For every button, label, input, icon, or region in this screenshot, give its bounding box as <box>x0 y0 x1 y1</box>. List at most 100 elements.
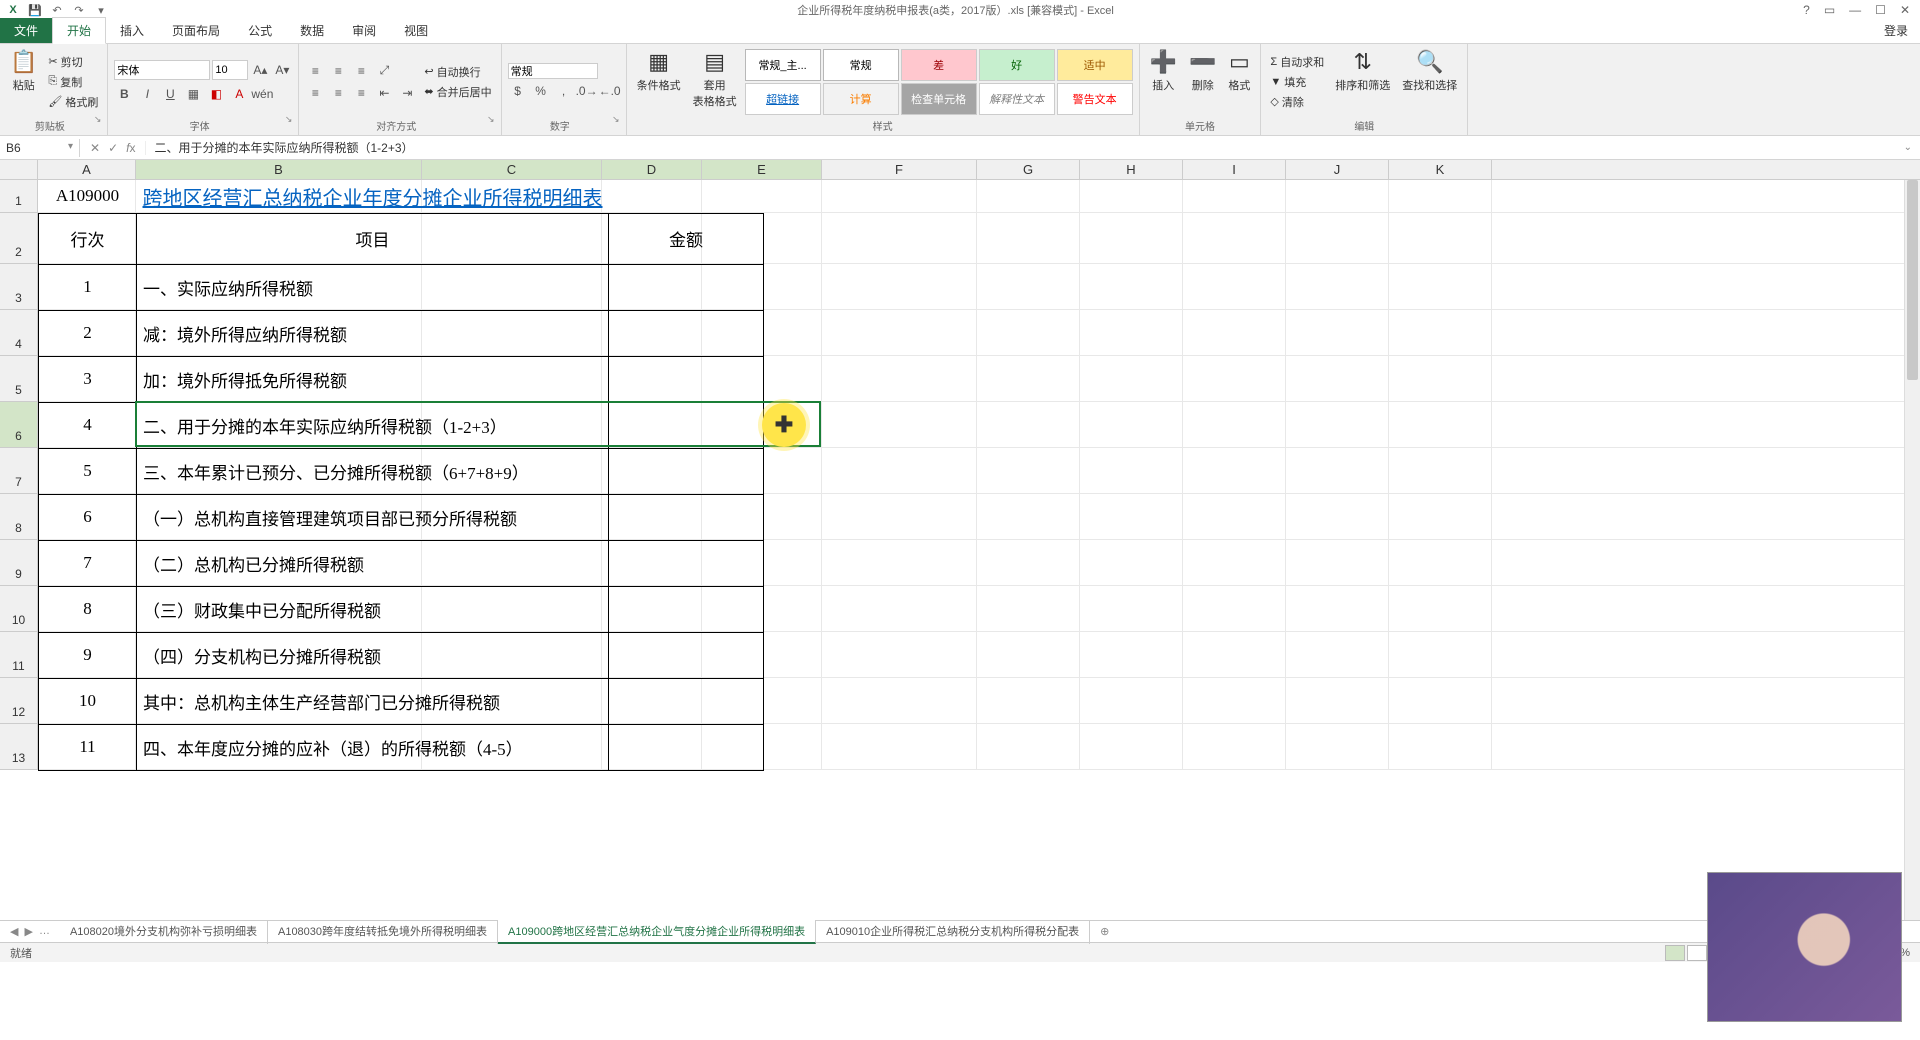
tab-layout[interactable]: 页面布局 <box>158 18 234 43</box>
row-header-6[interactable]: 6 <box>0 402 37 448</box>
wrap-text-button[interactable]: ↩自动换行 <box>421 63 494 81</box>
comma-icon[interactable]: , <box>554 81 574 101</box>
style-警告文本[interactable]: 警告文本 <box>1057 83 1133 115</box>
qat-dropdown-icon[interactable]: ▾ <box>94 3 108 17</box>
col-header-G[interactable]: G <box>977 160 1080 179</box>
clear-button[interactable]: ◇清除 <box>1267 93 1327 111</box>
scrollbar-thumb[interactable] <box>1907 180 1918 380</box>
italic-icon[interactable]: I <box>137 84 157 104</box>
phonetic-icon[interactable]: wén <box>252 84 272 104</box>
vertical-scrollbar[interactable] <box>1904 180 1920 920</box>
format-as-table-button[interactable]: ▤套用 表格格式 <box>689 47 741 116</box>
style-适中[interactable]: 适中 <box>1057 49 1133 81</box>
row-amount[interactable] <box>609 724 764 770</box>
decrease-decimal-icon[interactable]: ←.0 <box>600 81 620 101</box>
indent-dec-icon[interactable]: ⇤ <box>374 83 394 103</box>
border-icon[interactable]: ▦ <box>183 84 203 104</box>
cells-area[interactable]: A109000跨地区经营汇总纳税企业年度分摊企业所得税明细表行次项目金额1一、实… <box>38 180 1920 770</box>
cut-button[interactable]: ✂剪切 <box>45 53 101 71</box>
row-amount[interactable] <box>609 586 764 632</box>
row-header-8[interactable]: 8 <box>0 494 37 540</box>
underline-icon[interactable]: U <box>160 84 180 104</box>
redo-icon[interactable]: ↷ <box>72 3 86 17</box>
col-header-D[interactable]: D <box>602 160 702 179</box>
row-header-11[interactable]: 11 <box>0 632 37 678</box>
style-差[interactable]: 差 <box>901 49 977 81</box>
row-item[interactable]: 减：境外所得应纳所得税额 <box>137 310 609 356</box>
row-header-3[interactable]: 3 <box>0 264 37 310</box>
style-常规_主...[interactable]: 常规_主... <box>745 49 821 81</box>
row-item[interactable]: （一）总机构直接管理建筑项目部已预分所得税额 <box>137 494 609 540</box>
delete-cells-button[interactable]: ➖删除 <box>1185 47 1220 116</box>
col-header-A[interactable]: A <box>38 160 136 179</box>
sheet-nav-prev-icon[interactable]: ◀ <box>10 925 18 938</box>
ribbon-options-icon[interactable]: ▭ <box>1824 3 1835 17</box>
row-header-4[interactable]: 4 <box>0 310 37 356</box>
align-right-icon[interactable]: ≡ <box>351 83 371 103</box>
new-sheet-button[interactable]: ⊕ <box>1090 925 1119 938</box>
row-item[interactable]: （三）财政集中已分配所得税额 <box>137 586 609 632</box>
decrease-font-icon[interactable]: A▾ <box>272 60 292 80</box>
indent-inc-icon[interactable]: ⇥ <box>397 83 417 103</box>
clipboard-launcher-icon[interactable]: ↘ <box>94 114 102 124</box>
col-header-I[interactable]: I <box>1183 160 1286 179</box>
row-header-9[interactable]: 9 <box>0 540 37 586</box>
sheet-tab[interactable]: A109010企业所得税汇总纳税分支机构所得税分配表 <box>816 920 1090 944</box>
style-好[interactable]: 好 <box>979 49 1055 81</box>
font-color-icon[interactable]: A <box>229 84 249 104</box>
increase-decimal-icon[interactable]: .0→ <box>577 81 597 101</box>
format-painter-button[interactable]: 🖌格式刷 <box>45 93 101 111</box>
login-button[interactable]: 登录 <box>1872 18 1920 43</box>
tab-view[interactable]: 视图 <box>390 18 442 43</box>
merge-center-button[interactable]: ⬌合并后居中 <box>421 83 494 101</box>
sort-filter-button[interactable]: ⇅排序和筛选 <box>1331 47 1394 116</box>
row-item[interactable]: （二）总机构已分摊所得税额 <box>137 540 609 586</box>
tab-file[interactable]: 文件 <box>0 18 52 43</box>
row-amount[interactable] <box>609 494 764 540</box>
currency-icon[interactable]: $ <box>508 81 528 101</box>
col-header-C[interactable]: C <box>422 160 602 179</box>
align-middle-icon[interactable]: ≡ <box>328 61 348 81</box>
row-header-7[interactable]: 7 <box>0 448 37 494</box>
row-amount[interactable] <box>609 448 764 494</box>
orientation-icon[interactable]: ⤢ <box>374 61 394 81</box>
paste-button[interactable]: 📋 粘贴 <box>6 47 41 116</box>
minimize-icon[interactable]: — <box>1849 3 1861 17</box>
cancel-formula-icon[interactable]: ✕ <box>90 141 100 155</box>
percent-icon[interactable]: % <box>531 81 551 101</box>
row-item[interactable]: 二、用于分摊的本年实际应纳所得税额（1-2+3） <box>137 402 609 448</box>
align-left-icon[interactable]: ≡ <box>305 83 325 103</box>
sheet-tab[interactable]: A108020境外分支机构弥补亏损明细表 <box>60 920 268 944</box>
row-item[interactable]: 三、本年累计已预分、已分摊所得税额（6+7+8+9） <box>137 448 609 494</box>
fill-color-icon[interactable]: ◧ <box>206 84 226 104</box>
close-icon[interactable]: ✕ <box>1900 3 1910 17</box>
fx-icon[interactable]: fx <box>126 141 135 155</box>
conditional-format-button[interactable]: ▦条件格式 <box>633 47 685 116</box>
form-title[interactable]: 跨地区经营汇总纳税企业年度分摊企业所得税明细表 <box>137 180 609 213</box>
expand-formula-icon[interactable]: ⌄ <box>1896 142 1920 153</box>
col-header-B[interactable]: B <box>136 160 422 179</box>
tab-formulas[interactable]: 公式 <box>234 18 286 43</box>
row-item[interactable]: 一、实际应纳所得税额 <box>137 264 609 310</box>
col-header-K[interactable]: K <box>1389 160 1492 179</box>
row-header-10[interactable]: 10 <box>0 586 37 632</box>
formula-input[interactable]: 二、用于分摊的本年实际应纳所得税额（1-2+3） <box>146 137 1895 158</box>
col-header-J[interactable]: J <box>1286 160 1389 179</box>
name-box[interactable]: B6▾ <box>0 139 80 157</box>
row-amount[interactable] <box>609 632 764 678</box>
number-format-select[interactable] <box>508 63 598 79</box>
align-center-icon[interactable]: ≡ <box>328 83 348 103</box>
row-item[interactable]: 其中：总机构主体生产经营部门已分摊所得税额 <box>137 678 609 724</box>
row-header-12[interactable]: 12 <box>0 678 37 724</box>
row-item[interactable]: （四）分支机构已分摊所得税额 <box>137 632 609 678</box>
align-launcher-icon[interactable]: ↘ <box>487 114 495 124</box>
page-layout-view-button[interactable] <box>1687 945 1707 961</box>
enter-formula-icon[interactable]: ✓ <box>108 141 118 155</box>
name-box-dropdown-icon[interactable]: ▾ <box>68 141 73 155</box>
align-top-icon[interactable]: ≡ <box>305 61 325 81</box>
row-header-13[interactable]: 13 <box>0 724 37 770</box>
style-检查单元格[interactable]: 检查单元格 <box>901 83 977 115</box>
number-launcher-icon[interactable]: ↘ <box>612 114 620 124</box>
row-item[interactable]: 四、本年度应分摊的应补（退）的所得税额（4-5） <box>137 724 609 770</box>
sheet-nav-more-icon[interactable]: … <box>39 925 50 938</box>
